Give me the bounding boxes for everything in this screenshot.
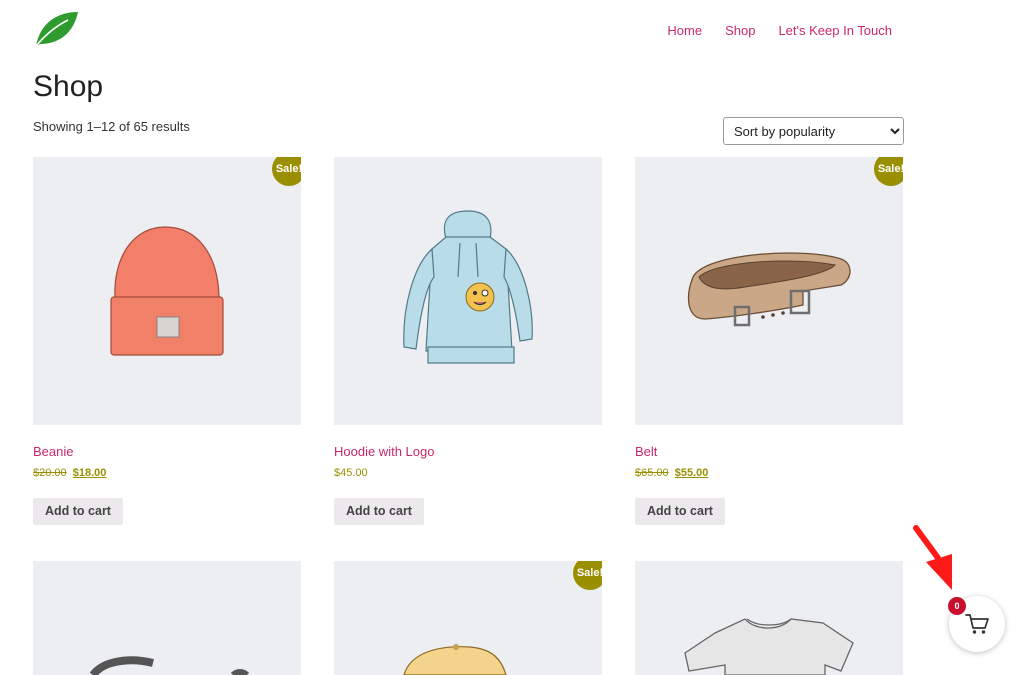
price-old: $65.00: [635, 467, 669, 479]
product-card-row2-2: Sale!: [334, 561, 602, 675]
tshirt-illustration: [684, 618, 854, 675]
price-sale: $18.00: [72, 467, 107, 479]
page-title: Shop: [33, 70, 104, 103]
product-card-hoodie: Hoodie with Logo $45.00 Add to cart: [334, 157, 602, 525]
bag-illustration: [89, 656, 250, 675]
result-count: Showing 1–12 of 65 results: [33, 119, 190, 134]
product-name[interactable]: Hoodie with Logo: [334, 444, 602, 459]
add-to-cart-button[interactable]: Add to cart: [33, 498, 123, 525]
main-nav: Home Shop Let's Keep In Touch: [667, 23, 892, 38]
beanie-illustration: [110, 226, 224, 356]
product-card-beanie: Sale! Beanie $20.00 $18.00 Add to cart: [33, 157, 301, 525]
product-image[interactable]: Sale!: [334, 561, 602, 675]
product-price: $65.00 $55.00: [635, 467, 903, 479]
product-image-beanie[interactable]: Sale!: [33, 157, 301, 425]
cap-illustration: [403, 644, 507, 675]
product-image-hoodie[interactable]: [334, 157, 602, 425]
hoodie-illustration: [403, 210, 533, 364]
price-old: $20.00: [33, 467, 67, 479]
product-name[interactable]: Beanie: [33, 444, 301, 459]
add-to-cart-button[interactable]: Add to cart: [635, 498, 725, 525]
sort-select[interactable]: Sort by popularity: [723, 117, 904, 145]
cart-icon: [965, 614, 989, 634]
nav-contact[interactable]: Let's Keep In Touch: [778, 23, 892, 38]
cart-count-badge: 0: [948, 597, 966, 615]
red-arrow-icon: [913, 525, 952, 590]
product-card-row2-1: [33, 561, 301, 675]
price-regular: $45.00: [334, 467, 368, 479]
price-sale: $55.00: [674, 467, 709, 479]
product-image[interactable]: [33, 561, 301, 675]
leaf-logo-icon: [35, 12, 78, 47]
nav-home[interactable]: Home: [667, 23, 702, 38]
product-card-row2-3: [635, 561, 903, 675]
product-image[interactable]: [635, 561, 903, 675]
product-price: $45.00: [334, 467, 602, 479]
product-card-belt: Sale! Belt $65.00 $55.00 Add to cart: [635, 157, 903, 525]
site-logo[interactable]: [32, 10, 80, 48]
product-image-belt[interactable]: Sale!: [635, 157, 903, 425]
add-to-cart-button[interactable]: Add to cart: [334, 498, 424, 525]
belt-illustration: [687, 252, 851, 327]
nav-shop[interactable]: Shop: [725, 23, 755, 38]
product-price: $20.00 $18.00: [33, 467, 301, 479]
product-name[interactable]: Belt: [635, 444, 903, 459]
